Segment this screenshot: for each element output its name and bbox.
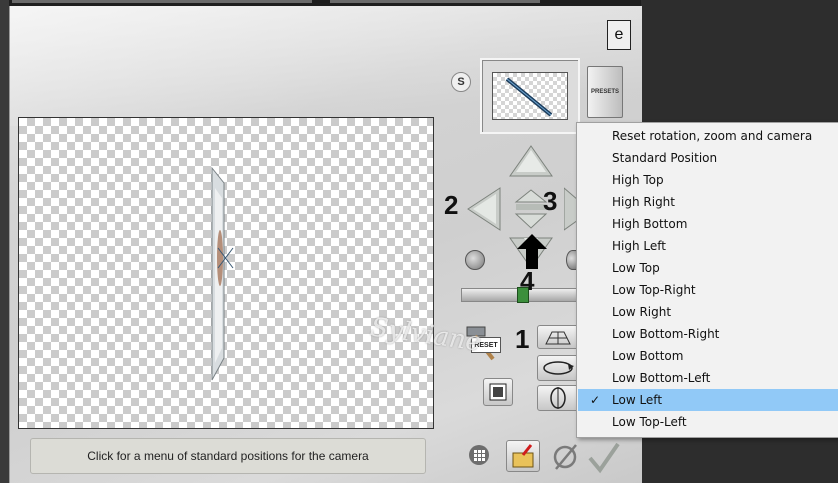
menu-item-label: Standard Position (612, 151, 718, 165)
menu-item-reset[interactable]: Reset rotation, zoom and camera (578, 125, 838, 147)
menu-item-high-right[interactable]: High Right (578, 191, 838, 213)
top-strip-segment (330, 0, 540, 3)
menu-item-low-top-right[interactable]: Low Top-Right (578, 279, 838, 301)
preview-object (211, 166, 234, 381)
menu-item-label: Low Top (612, 261, 660, 275)
top-strip-segment (12, 0, 312, 3)
image-icon (489, 383, 507, 401)
checkmark-icon: ✓ (590, 393, 601, 407)
menu-item-label: Low Top-Left (612, 415, 687, 429)
rotate-vertical-button[interactable] (537, 385, 579, 411)
menu-item-low-bottom-right[interactable]: Low Bottom-Right (578, 323, 838, 345)
menu-item-label: High Bottom (612, 217, 688, 231)
menu-item-label: Low Right (612, 305, 672, 319)
menu-item-low-bottom-left[interactable]: Low Bottom-Left (578, 367, 838, 389)
menu-item-label: Low Top-Right (612, 283, 696, 297)
arrow-left-icon[interactable] (466, 186, 502, 232)
preview-canvas[interactable] (18, 117, 434, 429)
menu-item-label: Reset rotation, zoom and camera (612, 129, 813, 143)
grid-icon[interactable] (468, 444, 490, 466)
menu-item-label: Low Bottom-Left (612, 371, 711, 385)
cancel-icon[interactable] (550, 442, 580, 472)
texture-button[interactable] (483, 378, 513, 406)
annotation-number-4: 4 (520, 266, 535, 296)
window-left-edge (0, 0, 9, 483)
menu-item-high-top[interactable]: High Top (578, 169, 838, 191)
perspective-grid-button[interactable] (537, 325, 579, 349)
s-label: S (457, 76, 465, 88)
menu-item-low-bottom[interactable]: Low Bottom (578, 345, 838, 367)
folder-icon (512, 444, 534, 468)
status-hint: Click for a menu of standard positions f… (30, 438, 426, 474)
menu-item-label: High Right (612, 195, 675, 209)
open-folder-button[interactable] (506, 440, 540, 472)
menu-item-low-left[interactable]: ✓ Low Left (578, 389, 838, 411)
menu-item-label: Low Bottom-Right (612, 327, 720, 341)
rotate-left-knob[interactable] (465, 250, 485, 270)
menu-item-label: Low Left (612, 393, 663, 407)
status-text: Click for a menu of standard positions f… (87, 449, 369, 463)
annotation-number-3: 3 (543, 186, 558, 216)
rotate-vertical-icon (550, 387, 566, 409)
presets-button[interactable]: PRESETS (587, 66, 623, 118)
menu-item-standard-position[interactable]: Standard Position (578, 147, 838, 169)
s-button[interactable]: S (451, 72, 471, 92)
arrow-up-icon[interactable] (508, 144, 554, 178)
menu-item-label: High Top (612, 173, 664, 187)
thumbnail-preview (492, 72, 568, 120)
menu-item-low-top[interactable]: Low Top (578, 257, 838, 279)
menu-item-high-left[interactable]: High Left (578, 235, 838, 257)
menu-item-label: Low Bottom (612, 349, 684, 363)
annotation-number-2: 2 (444, 190, 459, 220)
menu-item-high-bottom[interactable]: High Bottom (578, 213, 838, 235)
annotation-arrow-icon (517, 234, 547, 269)
logo-glyph: e (614, 26, 624, 43)
menu-item-low-right[interactable]: Low Right (578, 301, 838, 323)
rotate-horizontal-button[interactable] (537, 355, 579, 381)
logo-icon: e (607, 20, 631, 50)
rotate-horizontal-icon (543, 361, 574, 375)
preset-thumbnail[interactable] (480, 58, 580, 134)
thumbnail-object-icon (505, 77, 553, 117)
camera-position-menu[interactable]: Reset rotation, zoom and camera Standard… (576, 122, 838, 438)
presets-label: PRESETS (590, 89, 619, 95)
grid-plane-icon (545, 331, 571, 345)
menu-item-label: High Left (612, 239, 666, 253)
menu-item-low-top-left[interactable]: Low Top-Left (578, 411, 838, 433)
annotation-number-1: 1 (515, 324, 530, 354)
ok-checkmark-icon[interactable] (586, 440, 622, 474)
